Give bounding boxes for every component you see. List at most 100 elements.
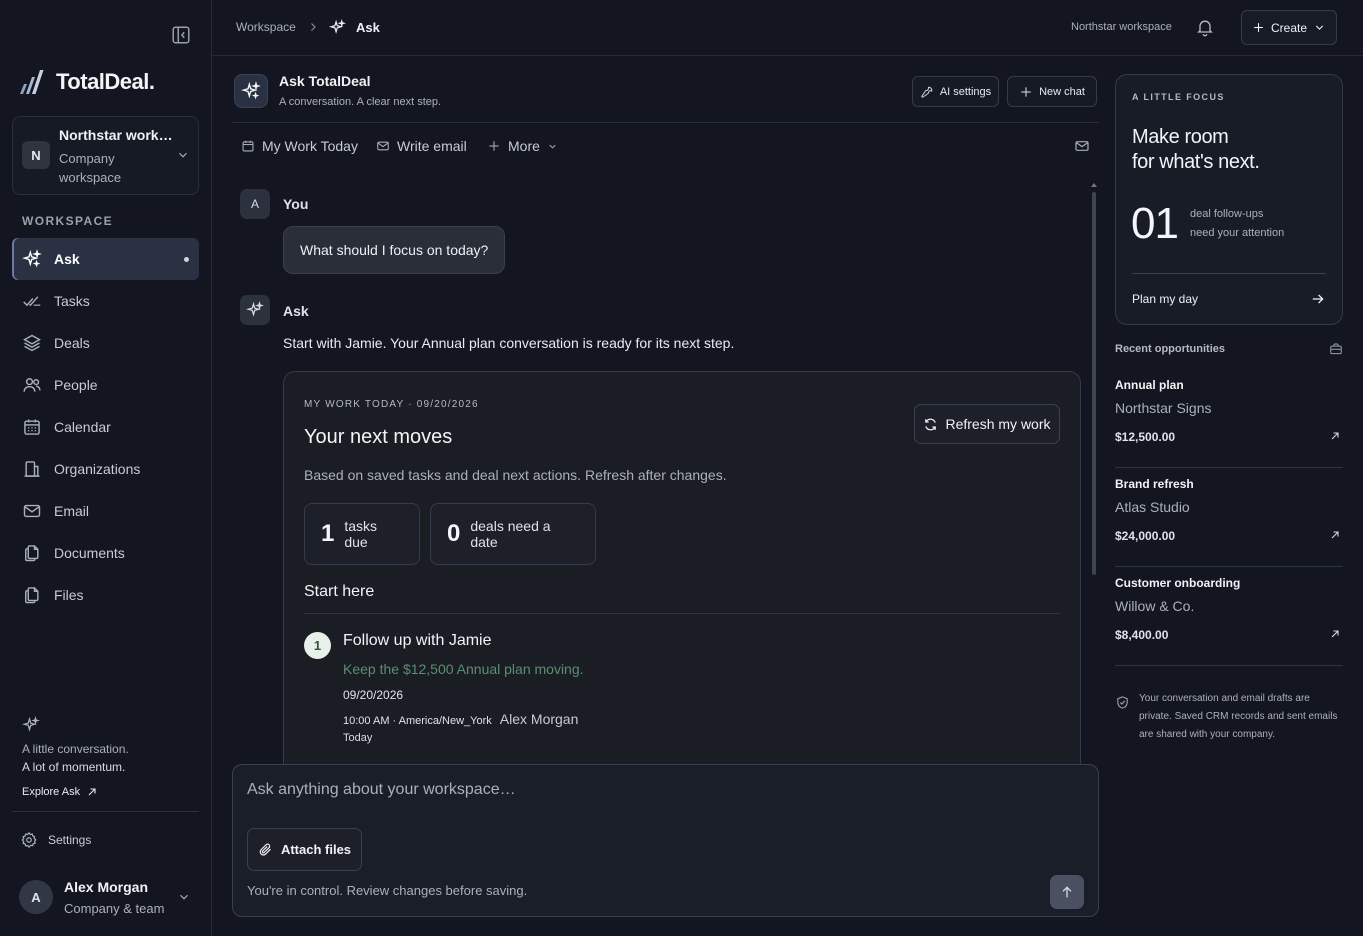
step-title[interactable]: Follow up with Jamie bbox=[343, 632, 492, 650]
arrow-up-icon bbox=[1062, 886, 1072, 898]
settings-button[interactable]: Settings bbox=[20, 831, 91, 849]
collapse-sidebar-icon[interactable] bbox=[170, 24, 192, 46]
sidebar-item-label: Deals bbox=[54, 335, 90, 351]
settings-label: Settings bbox=[48, 833, 92, 847]
breadcrumb-workspace[interactable]: Workspace bbox=[236, 20, 296, 34]
step-owner: Alex Morgan bbox=[499, 711, 579, 727]
bell-icon[interactable] bbox=[1195, 17, 1215, 37]
plus-icon bbox=[1254, 23, 1263, 32]
sidebar-item-people[interactable]: People bbox=[12, 364, 199, 406]
sidebar-item-label: Tasks bbox=[54, 293, 90, 309]
opportunity-item[interactable]: Customer onboarding Willow & Co. $8,400.… bbox=[1115, 567, 1343, 666]
sidebar-item-label: Email bbox=[54, 503, 90, 519]
sidebar: TotalDeal. N Northstar workspace Company… bbox=[0, 0, 212, 936]
wrench-icon bbox=[920, 86, 933, 98]
card-description: Based on saved tasks and deal next actio… bbox=[304, 467, 727, 483]
focus-card: A LITTLE FOCUS Make room for what's next… bbox=[1115, 74, 1343, 325]
focus-kicker: A LITTLE FOCUS bbox=[1132, 92, 1225, 102]
plus-icon bbox=[489, 141, 499, 151]
sidebar-item-tasks[interactable]: Tasks bbox=[12, 280, 199, 322]
chevron-down-icon bbox=[549, 144, 556, 149]
tab-more[interactable]: More bbox=[487, 136, 558, 156]
sidebar-item-calendar[interactable]: Calendar bbox=[12, 406, 199, 448]
stat-label: tasks due bbox=[344, 518, 378, 550]
sidebar-item-label: Organizations bbox=[54, 461, 141, 477]
attach-files-label: Attach files bbox=[280, 842, 352, 857]
chevron-down-icon bbox=[1315, 25, 1324, 30]
user-message-bubble: What should I focus on today? bbox=[283, 226, 506, 274]
arrow-right-icon[interactable] bbox=[1311, 292, 1325, 306]
plan-my-day-link[interactable]: Plan my day bbox=[1132, 292, 1198, 306]
header-divider bbox=[232, 122, 1099, 123]
sidebar-item-documents[interactable]: Documents bbox=[12, 532, 199, 574]
opportunity-amount: $24,000.00 bbox=[1115, 529, 1176, 543]
sidebar-item-organizations[interactable]: Organizations bbox=[12, 448, 199, 490]
chat-scrollbar[interactable] bbox=[1090, 182, 1098, 575]
scroll-up-icon[interactable] bbox=[1090, 182, 1098, 188]
focus-count: 01 bbox=[1131, 199, 1179, 248]
sidebar-item-label: People bbox=[54, 377, 98, 393]
documents-icon bbox=[25, 545, 39, 562]
opportunity-amount: $12,500.00 bbox=[1115, 430, 1176, 444]
refresh-my-work-button[interactable]: Refresh my work bbox=[914, 404, 1060, 444]
opportunity-company: Atlas Studio bbox=[1115, 499, 1190, 515]
brand-logo[interactable]: TotalDeal. bbox=[18, 68, 155, 96]
top-bar: Workspace Ask Northstar workspace Create bbox=[212, 0, 1363, 56]
building-icon bbox=[24, 461, 40, 477]
user-menu[interactable]: A Alex Morgan Company & team bbox=[19, 879, 197, 916]
start-here-heading: Start here bbox=[304, 583, 375, 600]
new-chat-button[interactable]: New chat bbox=[1007, 76, 1097, 107]
focus-headline-1: Make room bbox=[1132, 126, 1229, 148]
workspace-switcher[interactable]: N Northstar workspace Company workspace bbox=[12, 116, 199, 195]
tab-my-work-today[interactable]: My Work Today bbox=[241, 136, 358, 156]
calendar-icon bbox=[24, 419, 40, 435]
privacy-text: Your conversation and email drafts are p… bbox=[1139, 693, 1338, 740]
user-message-avatar: A bbox=[240, 189, 270, 219]
workspace-type: Company workspace bbox=[59, 151, 122, 185]
step-when: Today bbox=[343, 732, 373, 744]
sidebar-item-ask[interactable]: Ask bbox=[12, 238, 199, 280]
stat-tasks-due[interactable]: 1 tasks due bbox=[304, 503, 420, 565]
tab-write-email[interactable]: Write email bbox=[376, 136, 467, 156]
send-button[interactable] bbox=[1050, 875, 1084, 909]
stat-value: 1 bbox=[321, 520, 335, 547]
paperclip-icon bbox=[259, 843, 271, 856]
ai-settings-button[interactable]: AI settings bbox=[912, 76, 999, 107]
sidebar-item-label: Calendar bbox=[54, 419, 111, 435]
arrow-up-right-icon[interactable] bbox=[1329, 430, 1341, 442]
nav-section-label: WORKSPACE bbox=[22, 214, 114, 228]
current-workspace-label: Northstar workspace bbox=[1071, 21, 1172, 33]
stat-deals-need-date[interactable]: 0 deals need a date bbox=[430, 503, 596, 565]
arrow-up-right-icon[interactable] bbox=[1329, 529, 1341, 541]
files-icon bbox=[25, 587, 39, 604]
scroll-thumb[interactable] bbox=[1092, 192, 1096, 575]
focus-desc-1: deal follow-ups bbox=[1190, 208, 1264, 220]
tab-label: My Work Today bbox=[262, 138, 358, 154]
stat-value: 0 bbox=[447, 520, 461, 547]
attach-files-button[interactable]: Attach files bbox=[247, 828, 362, 871]
explore-ask-label: Explore Ask bbox=[22, 786, 81, 798]
card-kicker: MY WORK TODAY · 09/20/2026 bbox=[304, 399, 479, 410]
mail-icon bbox=[23, 504, 41, 518]
mail-icon bbox=[377, 141, 389, 151]
opportunity-item[interactable]: Annual plan Northstar Signs $12,500.00 bbox=[1115, 369, 1343, 468]
sidebar-item-files[interactable]: Files bbox=[12, 574, 199, 616]
sidebar-item-deals[interactable]: Deals bbox=[12, 322, 199, 364]
page-title: Ask TotalDeal bbox=[279, 73, 371, 89]
sparkle-icon bbox=[246, 301, 264, 317]
mail-icon[interactable] bbox=[1074, 138, 1090, 154]
card-title: Your next moves bbox=[304, 426, 453, 448]
people-icon bbox=[23, 378, 41, 392]
tab-label: More bbox=[508, 138, 540, 154]
sidebar-item-email[interactable]: Email bbox=[12, 490, 199, 532]
create-button[interactable]: Create bbox=[1241, 10, 1337, 45]
opportunity-item[interactable]: Brand refresh Atlas Studio $24,000.00 bbox=[1115, 468, 1343, 567]
sidebar-divider bbox=[12, 811, 199, 812]
sparkle-icon bbox=[241, 81, 261, 100]
workspace-name: Northstar workspace bbox=[59, 127, 177, 143]
focus-desc-2: need your attention bbox=[1190, 227, 1285, 239]
explore-ask-link[interactable]: Explore Ask bbox=[22, 786, 192, 798]
ask-input[interactable] bbox=[247, 779, 1077, 801]
arrow-up-right-icon[interactable] bbox=[1329, 628, 1341, 640]
opportunity-amount: $8,400.00 bbox=[1115, 628, 1169, 642]
